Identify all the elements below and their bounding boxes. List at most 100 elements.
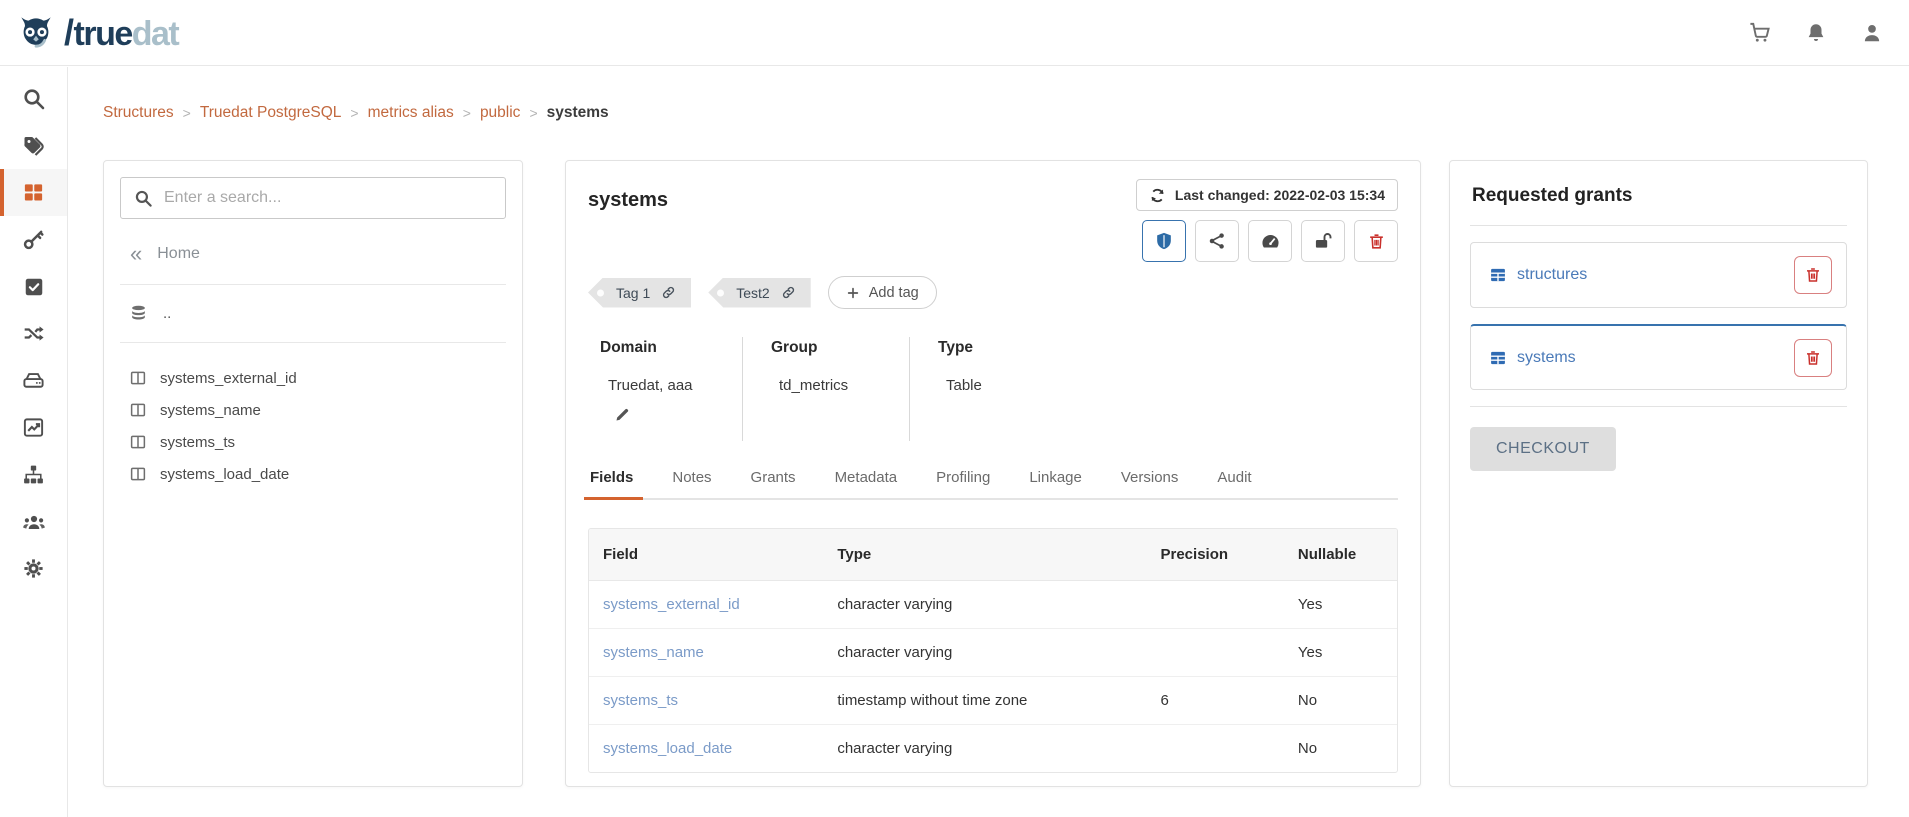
sidebar-item-dashboards[interactable] (0, 404, 67, 451)
unlock-button[interactable] (1301, 220, 1345, 262)
table-row: systems_name character varying Yes (589, 629, 1397, 677)
field-link[interactable]: systems_load_date (603, 740, 732, 757)
user-menu-button[interactable] (1861, 22, 1883, 44)
tab-versions[interactable]: Versions (1119, 459, 1181, 498)
tab-grants[interactable]: Grants (749, 459, 798, 498)
users-icon (22, 510, 46, 534)
field-nullable: Yes (1284, 629, 1397, 677)
field-list: systems_external_id systems_name systems… (120, 362, 506, 490)
field-name: systems_ts (160, 434, 235, 451)
edit-domain-button[interactable] (614, 406, 631, 423)
brand-primary: true (74, 15, 132, 53)
domain-value: Truedat, aaa (608, 377, 742, 394)
field-list-item[interactable]: systems_ts (129, 426, 506, 458)
field-precision (1147, 725, 1284, 773)
breadcrumb-link-database[interactable]: metrics alias (368, 104, 454, 122)
breadcrumb-separator: > (183, 105, 191, 121)
requested-grants-panel: Requested grants structures (1449, 160, 1868, 787)
cart-button[interactable] (1748, 21, 1771, 44)
columns-icon (129, 369, 147, 387)
field-link[interactable]: systems_name (603, 644, 704, 661)
sidebar-item-structures[interactable] (0, 169, 67, 216)
sitemap-icon (22, 463, 45, 486)
brand-logo[interactable]: /truedat (14, 11, 178, 55)
grant-link-systems[interactable]: systems (1489, 349, 1576, 367)
field-link[interactable]: systems_external_id (603, 596, 740, 613)
field-name: systems_external_id (160, 370, 297, 387)
brand-slash: / (64, 12, 73, 53)
sidebar-item-lineage[interactable] (0, 310, 67, 357)
notifications-button[interactable] (1805, 22, 1827, 44)
grant-card: systems (1470, 324, 1847, 390)
sidebar-item-taxonomy[interactable] (0, 451, 67, 498)
breadcrumb-separator: > (463, 105, 471, 121)
breadcrumb-separator: > (350, 105, 358, 121)
field-link[interactable]: systems_ts (603, 692, 678, 709)
grant-label: structures (1517, 266, 1587, 284)
column-header-nullable: Nullable (1284, 529, 1397, 581)
brand-text: /truedat (62, 15, 178, 51)
tag-chip[interactable]: Test2 (708, 278, 810, 308)
breadcrumb-link-schema[interactable]: public (480, 104, 521, 122)
last-changed-button[interactable]: Last changed: 2022-02-03 15:34 (1136, 179, 1398, 211)
hard-drive-icon (22, 369, 45, 392)
link-icon[interactable] (661, 285, 676, 300)
gauge-icon (1260, 231, 1281, 252)
parent-folder-item[interactable]: .. (129, 304, 506, 323)
sidebar-item-tags[interactable] (0, 122, 67, 169)
breadcrumb-link-structures[interactable]: Structures (103, 104, 174, 122)
checkout-button[interactable]: CHECKOUT (1470, 427, 1616, 471)
field-list-item[interactable]: systems_external_id (129, 362, 506, 394)
sidebar-item-permissions[interactable] (0, 216, 67, 263)
tags-icon (22, 134, 46, 158)
group-value: td_metrics (779, 377, 909, 394)
tag-chip[interactable]: Tag 1 (588, 278, 691, 308)
share-icon (1207, 231, 1227, 251)
table-row: systems_load_date character varying No (589, 725, 1397, 773)
profiling-button[interactable] (1248, 220, 1292, 262)
tab-linkage[interactable]: Linkage (1027, 459, 1084, 498)
remove-grant-button[interactable] (1794, 256, 1832, 294)
tab-metadata[interactable]: Metadata (833, 459, 900, 498)
tab-audit[interactable]: Audit (1215, 459, 1253, 498)
sidebar-item-settings[interactable] (0, 545, 67, 592)
sidebar-item-quality[interactable] (0, 263, 67, 310)
share-button[interactable] (1195, 220, 1239, 262)
field-type: character varying (823, 581, 1146, 629)
delete-structure-button[interactable] (1354, 220, 1398, 262)
search-icon (134, 189, 153, 208)
breadcrumb-current: systems (547, 104, 609, 122)
field-name: systems_name (160, 402, 261, 419)
trash-icon (1367, 232, 1386, 251)
tab-notes[interactable]: Notes (670, 459, 713, 498)
protect-button[interactable] (1142, 220, 1186, 262)
bell-icon (1805, 22, 1827, 44)
parent-folder-label: .. (163, 305, 171, 322)
field-type: character varying (823, 629, 1146, 677)
type-value: Table (946, 377, 1129, 394)
sidebar-item-systems[interactable] (0, 357, 67, 404)
grants-title: Requested grants (1472, 185, 1847, 207)
plus-icon (846, 286, 860, 300)
sidebar-item-search[interactable] (0, 75, 67, 122)
grant-link-structures[interactable]: structures (1489, 266, 1587, 284)
field-nullable: No (1284, 677, 1397, 725)
tab-profiling[interactable]: Profiling (934, 459, 992, 498)
breadcrumb-link-system[interactable]: Truedat PostgreSQL (200, 104, 342, 122)
field-precision (1147, 581, 1284, 629)
gear-icon (22, 557, 45, 580)
refresh-icon (1149, 187, 1166, 204)
link-icon[interactable] (781, 285, 796, 300)
structure-explorer-panel: « Home .. systems_external_id systems_na… (103, 160, 523, 787)
search-input[interactable] (164, 189, 492, 207)
back-to-home[interactable]: « Home (130, 243, 506, 265)
add-tag-button[interactable]: Add tag (828, 276, 937, 309)
field-list-item[interactable]: systems_name (129, 394, 506, 426)
remove-grant-button[interactable] (1794, 339, 1832, 377)
field-list-item[interactable]: systems_load_date (129, 458, 506, 490)
cart-icon (1748, 21, 1771, 44)
sidebar-item-users[interactable] (0, 498, 67, 545)
structure-actions (1142, 220, 1398, 262)
tab-fields[interactable]: Fields (588, 459, 635, 498)
grant-label: systems (1517, 349, 1576, 367)
